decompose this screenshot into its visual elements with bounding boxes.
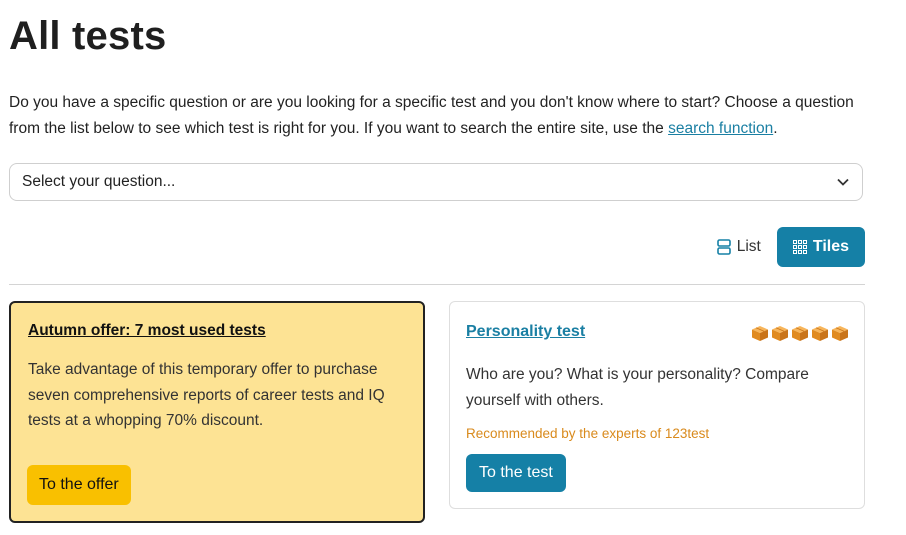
question-select-value: Select your question...: [22, 173, 176, 190]
grid-view-icon: [792, 240, 807, 254]
to-the-offer-button[interactable]: To the offer: [27, 465, 131, 505]
page-title: All tests: [9, 14, 167, 58]
view-toggle: List Tiles: [715, 227, 865, 267]
divider: [9, 284, 865, 285]
tiles-view-label: Tiles: [812, 238, 849, 255]
offer-description: Take advantage of this temporary offer t…: [28, 361, 385, 429]
box-icon: [752, 326, 768, 341]
to-the-test-button[interactable]: To the test: [466, 454, 566, 492]
offer-title[interactable]: Autumn offer: 7 most used tests: [28, 322, 266, 340]
box-icon: [832, 326, 848, 341]
intro-end: .: [773, 119, 778, 137]
list-view-icon: [716, 239, 731, 255]
tiles-view-button[interactable]: Tiles: [776, 227, 865, 267]
intro-text: Do you have a specific question or are y…: [9, 90, 859, 141]
list-view-button[interactable]: List: [715, 232, 763, 262]
chevron-down-icon: [837, 178, 849, 186]
search-function-link[interactable]: search function: [668, 120, 773, 137]
box-icon: [792, 326, 808, 341]
personality-test-card: Personality test Who are you? What is yo…: [449, 301, 865, 509]
offer-card: Autumn offer: 7 most used tests Take adv…: [9, 301, 425, 523]
rating: [751, 325, 849, 342]
test-description: Who are you? What is your personality? C…: [466, 366, 809, 409]
box-icon: [812, 326, 828, 341]
question-select[interactable]: Select your question...: [9, 163, 863, 201]
recommendation-text: Recommended by the experts of 123test: [466, 426, 710, 441]
test-title-link[interactable]: Personality test: [466, 323, 585, 341]
box-icon: [772, 326, 788, 341]
list-view-label: List: [736, 238, 761, 255]
